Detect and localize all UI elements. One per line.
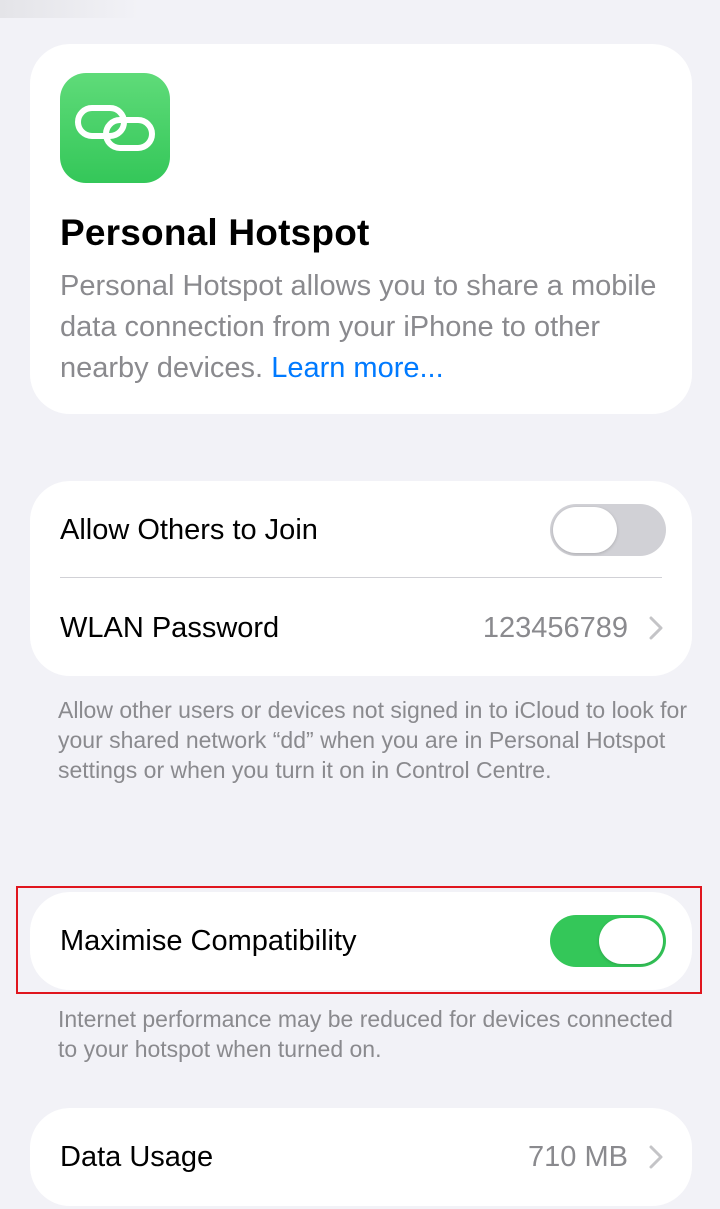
row-divider <box>60 577 662 578</box>
page-title: Personal Hotspot <box>60 212 370 253</box>
network-settings-group: Allow Others to Join WLAN Password 12345… <box>30 481 692 676</box>
maximise-compatibility-label: Maximise Compatibility <box>60 924 357 957</box>
chevron-right-icon <box>649 616 663 640</box>
wlan-password-row[interactable]: WLAN Password 123456789 <box>30 579 692 677</box>
data-usage-value: 710 MB <box>528 1140 628 1173</box>
data-usage-group: Data Usage 710 MB <box>30 1108 692 1206</box>
maximise-compatibility-toggle[interactable] <box>550 915 666 967</box>
wlan-password-label: WLAN Password <box>60 611 280 644</box>
compatibility-group: Maximise Compatibility <box>30 892 692 990</box>
hotspot-info-card: Personal Hotspot Personal Hotspot allows… <box>30 44 692 414</box>
allow-others-footnote: Allow other users or devices not signed … <box>58 697 687 783</box>
allow-others-toggle[interactable] <box>550 504 666 556</box>
maximise-compatibility-row: Maximise Compatibility <box>30 892 692 990</box>
allow-others-label: Allow Others to Join <box>60 513 318 546</box>
toggle-knob <box>553 507 617 553</box>
learn-more-link[interactable]: Learn more... <box>271 352 443 384</box>
personal-hotspot-app-icon <box>60 73 170 183</box>
wlan-password-value: 123456789 <box>482 611 628 644</box>
hotspot-description: Personal Hotspot allows you to share a m… <box>60 266 670 389</box>
data-usage-label: Data Usage <box>60 1140 214 1173</box>
chevron-right-icon <box>649 1145 663 1169</box>
data-usage-row[interactable]: Data Usage 710 MB <box>30 1108 692 1206</box>
compatibility-footnote: Internet performance may be reduced for … <box>58 1006 673 1062</box>
allow-others-row: Allow Others to Join <box>30 481 692 579</box>
link-chain-icon <box>75 105 155 151</box>
top-edge-shadow <box>0 0 140 18</box>
toggle-knob <box>599 918 663 964</box>
